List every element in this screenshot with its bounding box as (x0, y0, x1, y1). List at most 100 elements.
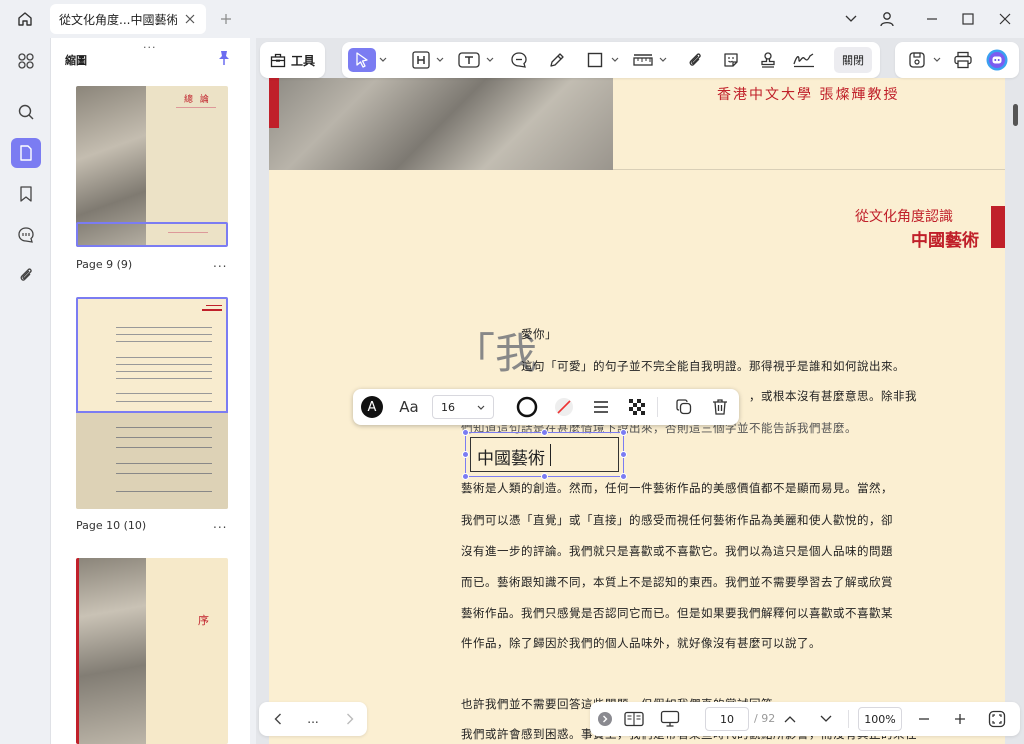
thumbnail-page-9[interactable]: 總 論 (76, 86, 228, 247)
panel-resize-grip[interactable]: ... (143, 38, 157, 51)
bookmarks-button[interactable] (11, 179, 41, 209)
text-tool-menu[interactable] (485, 48, 495, 72)
text-properties-toolbar: A Aa 16 (353, 389, 739, 425)
dropdown-button[interactable] (838, 7, 864, 31)
save-menu[interactable] (932, 48, 942, 72)
more-button[interactable]: ... (301, 707, 325, 731)
maximize-button[interactable] (955, 7, 981, 31)
minimize-button[interactable] (919, 7, 945, 31)
font-size-value: 16 (441, 400, 455, 414)
minus-icon (919, 718, 929, 720)
page-down-button[interactable] (816, 707, 836, 731)
alignment-button[interactable] (589, 395, 613, 419)
window-close-button[interactable] (992, 7, 1018, 31)
rectangle-icon (587, 52, 603, 68)
chevron-down-icon (933, 57, 941, 62)
comment-tool[interactable] (507, 48, 531, 72)
border-color-button[interactable] (514, 395, 540, 419)
zoom-level-input[interactable]: 100% (858, 707, 902, 731)
circle-outline-icon (516, 396, 538, 418)
resize-handle[interactable] (541, 473, 548, 480)
previous-page-button[interactable] (267, 707, 289, 731)
maximize-icon (962, 13, 974, 25)
resize-handle[interactable] (541, 429, 548, 436)
ai-assistant-button[interactable] (985, 48, 1009, 72)
thumbnail-page-11[interactable]: 序 (76, 558, 228, 744)
document-tab[interactable]: 從文化角度...中國藝術* (50, 4, 206, 34)
thumbnail-viewport-frame (76, 222, 228, 247)
tab-close-button[interactable] (182, 11, 198, 27)
plus-icon (221, 14, 231, 24)
opacity-button[interactable] (625, 395, 649, 419)
zoom-value[interactable]: 100% (864, 713, 895, 726)
text-box[interactable]: 中國藝術 (470, 437, 619, 472)
shape-tool[interactable] (583, 48, 607, 72)
chevron-left-icon (274, 713, 281, 725)
cursor-icon (356, 52, 368, 68)
print-button[interactable] (950, 48, 976, 72)
highlight-tool[interactable] (409, 48, 433, 72)
toolbox-icon (270, 53, 286, 68)
delete-button[interactable] (707, 395, 733, 419)
comments-button[interactable] (11, 220, 41, 250)
new-tab-button[interactable] (216, 9, 236, 29)
measure-tool-menu[interactable] (658, 48, 668, 72)
highlight-tool-menu[interactable] (435, 48, 445, 72)
next-page-button[interactable] (339, 707, 361, 731)
resize-handle[interactable] (462, 473, 469, 480)
save-button[interactable] (905, 48, 929, 72)
chevron-down-icon (436, 57, 444, 62)
presentation-button[interactable] (658, 707, 682, 731)
select-tool[interactable] (348, 48, 376, 72)
sticker-tool[interactable] (719, 48, 743, 72)
page-number-input[interactable]: 10 (705, 707, 749, 731)
font-style-button[interactable]: Aa (395, 395, 423, 419)
search-button[interactable] (11, 97, 41, 127)
text-box-icon (458, 52, 480, 68)
fill-color-button[interactable] (551, 395, 577, 419)
text-box-value[interactable]: 中國藝術 (477, 444, 545, 469)
duplicate-button[interactable] (671, 395, 697, 419)
font-size-select[interactable]: 16 (432, 395, 494, 419)
close-tools-button[interactable]: 關閉 (834, 47, 872, 73)
font-color-button[interactable]: A (360, 395, 384, 419)
apps-button[interactable] (11, 46, 41, 76)
resize-handle[interactable] (620, 473, 627, 480)
signature-tool[interactable] (791, 48, 817, 72)
measure-tool[interactable] (631, 48, 655, 72)
collapse-statusbar-button[interactable] (596, 707, 614, 731)
chevron-down-icon (477, 405, 485, 410)
resize-handle[interactable] (462, 451, 469, 458)
trash-icon (713, 399, 727, 415)
page-current[interactable]: 10 (720, 713, 734, 726)
resize-handle[interactable] (620, 429, 627, 436)
resize-handle[interactable] (620, 451, 627, 458)
stamp-tool[interactable] (756, 48, 780, 72)
page-up-button[interactable] (780, 707, 800, 731)
thumbnail-more-button[interactable]: ... (213, 256, 227, 270)
pin-button[interactable] (217, 50, 233, 68)
pencil-tool[interactable] (545, 48, 569, 72)
page-layout-button[interactable] (622, 707, 646, 731)
attachments-button[interactable] (11, 260, 41, 290)
zoom-out-button[interactable] (914, 707, 934, 731)
thumbnails-button[interactable] (11, 138, 41, 168)
align-lines-icon (594, 401, 608, 413)
text-box-tool[interactable] (456, 48, 482, 72)
body-line: ，或根本沒有甚麼意思。除非我 (749, 389, 917, 403)
shape-tool-menu[interactable] (610, 48, 620, 72)
close-icon (185, 14, 195, 24)
account-button[interactable] (874, 7, 900, 31)
fit-page-button[interactable] (986, 707, 1008, 731)
tools-button[interactable]: 工具 (260, 42, 325, 78)
home-button[interactable] (10, 6, 40, 32)
thumbnail-more-button[interactable]: ... (213, 517, 227, 531)
zoom-in-button[interactable] (950, 707, 970, 731)
resize-handle[interactable] (462, 429, 469, 436)
grid-icon (18, 53, 34, 69)
attach-tool[interactable] (683, 48, 707, 72)
thumbnail-page-10[interactable] (76, 297, 228, 509)
thumbnail-panel: ... 縮圖 總 論 Page 9 (9) ... Page 10 (10) .… (50, 38, 250, 744)
select-tool-menu[interactable] (378, 48, 388, 72)
vertical-scrollbar[interactable] (1013, 104, 1018, 126)
